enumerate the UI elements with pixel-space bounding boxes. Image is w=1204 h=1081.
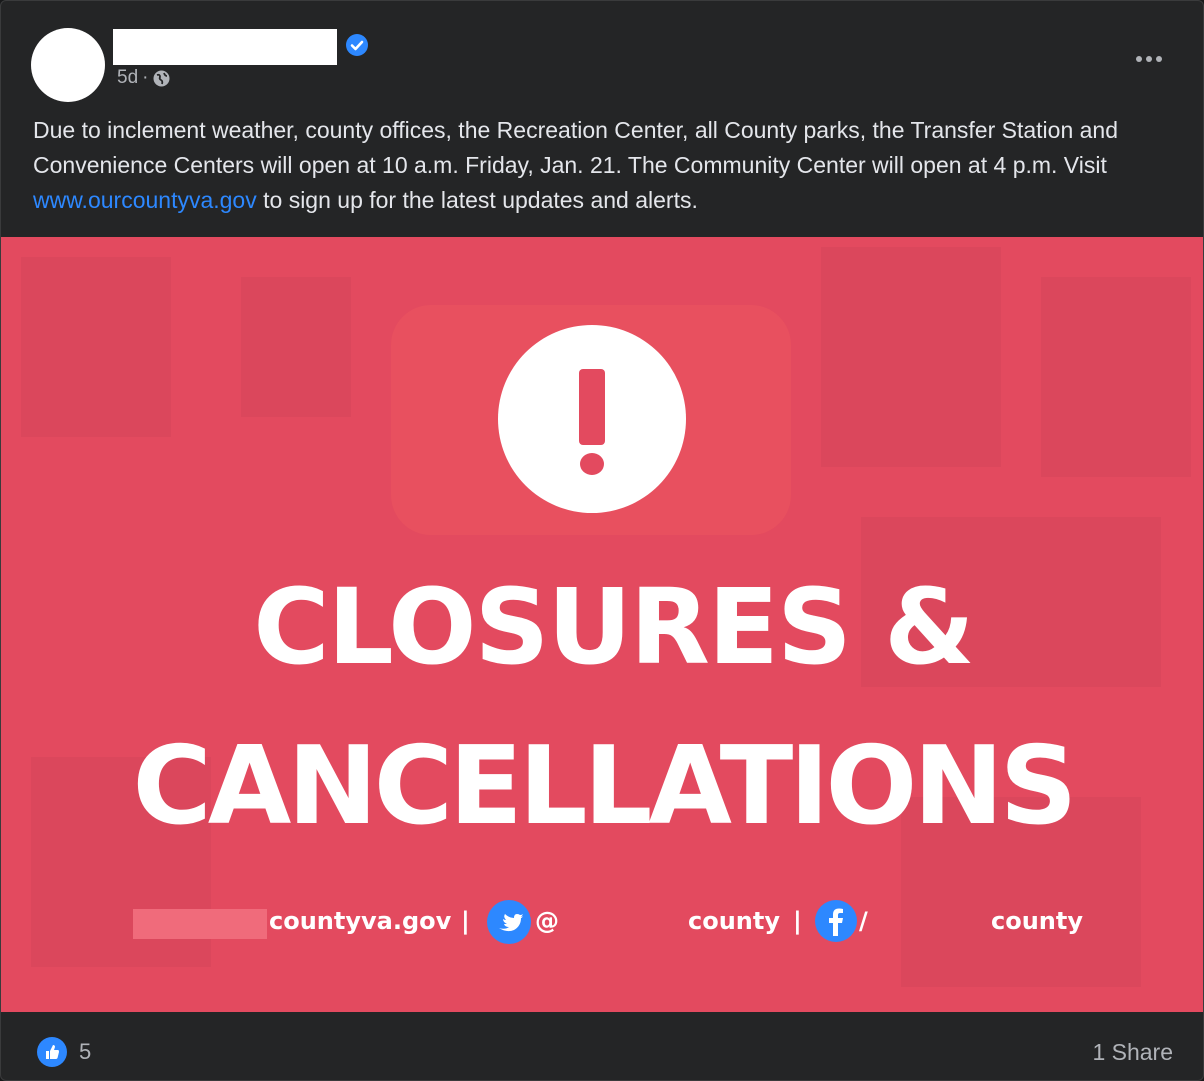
twitter-at: @ <box>535 907 559 935</box>
exclamation-dot <box>580 453 604 475</box>
background-paper <box>21 257 171 437</box>
banner-footer: countyva.gov | @ county | / county <box>1 897 1203 947</box>
twitter-handle-suffix: county <box>688 907 781 935</box>
facebook-post: 5d · Due to inclement weather, county of… <box>0 0 1204 1081</box>
headline-line-2: CANCELLATIONS <box>132 724 1078 849</box>
post-body-text: Due to inclement weather, county offices… <box>33 113 1183 218</box>
county-website-link[interactable]: www.ourcountyva.gov <box>33 187 257 213</box>
background-paper <box>1041 277 1191 477</box>
verified-badge-icon <box>346 34 368 56</box>
post-meta: 5d · <box>117 67 171 89</box>
meta-separator: · <box>142 67 149 88</box>
banner-divider: | <box>461 907 470 935</box>
facebook-icon <box>815 900 857 942</box>
more-options-button[interactable] <box>1129 45 1169 73</box>
background-paper <box>821 247 1001 467</box>
exclamation-bar <box>579 369 605 445</box>
twitter-icon <box>487 900 531 944</box>
reactions-summary[interactable]: 5 <box>37 1037 91 1067</box>
redacted-area <box>133 909 267 939</box>
headline-line-1: CLOSURES & <box>253 566 975 688</box>
facebook-slash: / <box>859 907 868 935</box>
post-text-part2: to sign up for the latest updates and al… <box>256 187 698 213</box>
like-icon <box>37 1037 67 1067</box>
exclamation-icon <box>498 325 686 513</box>
globe-icon[interactable] <box>152 69 171 88</box>
dot-icon <box>1156 56 1162 62</box>
post-timestamp[interactable]: 5d <box>117 67 138 89</box>
banner-divider: | <box>793 907 802 935</box>
post-text-part1: Due to inclement weather, county offices… <box>33 117 1119 178</box>
closures-banner-image[interactable]: CLOSURES & CANCELLATIONS countyva.gov | … <box>1 237 1203 1012</box>
like-count: 5 <box>79 1039 92 1064</box>
dot-icon <box>1136 56 1142 62</box>
dot-icon <box>1146 56 1152 62</box>
share-count[interactable]: 1 Share <box>1092 1039 1173 1066</box>
background-paper <box>241 277 351 417</box>
page-name-redacted[interactable] <box>113 29 337 65</box>
banner-website-text: countyva.gov <box>269 907 452 935</box>
page-avatar[interactable] <box>31 28 105 102</box>
facebook-handle-suffix: county <box>991 907 1084 935</box>
